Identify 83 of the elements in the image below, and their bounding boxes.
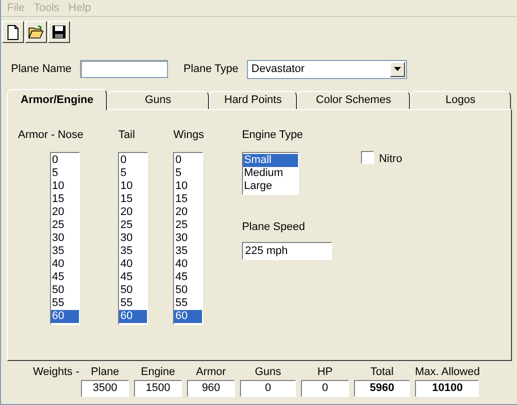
weight-field: 960	[187, 380, 235, 397]
list-item[interactable]: 30	[51, 232, 79, 244]
list-item[interactable]: 5	[174, 166, 202, 180]
tab[interactable]: Armor/Engine	[7, 89, 107, 110]
toolbar-button[interactable]	[25, 21, 47, 43]
list-item[interactable]: 60	[51, 310, 79, 322]
armor-list[interactable]: 0 5 10 15 20 25 30 35 40 45 50 55 60	[118, 152, 148, 324]
nitro-checkbox[interactable]	[360, 151, 374, 164]
list-item[interactable]: 0	[119, 154, 148, 166]
list-item[interactable]: 40	[174, 258, 202, 270]
list-item[interactable]: 50	[119, 284, 148, 296]
list-item[interactable]: 15	[51, 192, 79, 206]
plane-speed-field[interactable]: 225 mph	[242, 242, 332, 260]
list-item[interactable]: 15	[119, 192, 148, 206]
weight-field: 5960	[354, 380, 410, 397]
list-item[interactable]: 20	[174, 206, 202, 218]
weight-field: 0	[301, 380, 349, 397]
field-label: Plane Speed	[242, 220, 306, 234]
list-item[interactable]: 0	[174, 154, 202, 166]
list-item[interactable]: 60	[119, 310, 148, 322]
list-item[interactable]: 10	[51, 180, 79, 192]
field-label: Engine Type	[242, 128, 304, 143]
list-label: Armor - Nose	[18, 128, 84, 143]
weight-label: Guns	[254, 365, 282, 378]
list-item[interactable]: 20	[51, 206, 79, 218]
list-item[interactable]: 35	[119, 244, 148, 258]
list-item[interactable]: 40	[119, 258, 148, 270]
plane-type-dropdown[interactable]: Devastator	[247, 60, 408, 78]
list-item[interactable]: 40	[51, 258, 79, 270]
weights-label: Weights -	[33, 366, 80, 378]
folder-icon	[28, 24, 44, 40]
list-item[interactable]: 55	[174, 296, 202, 310]
list-label: Tail	[118, 128, 135, 143]
list-item[interactable]: 50	[174, 284, 202, 296]
tab[interactable]: Hard Points	[209, 91, 297, 109]
weight-label: Plane	[90, 365, 120, 378]
list-item[interactable]: 30	[174, 232, 202, 244]
tab[interactable]: Guns	[107, 91, 209, 109]
weight-label: Max. Allowed	[415, 365, 480, 378]
list-item[interactable]: 0	[51, 154, 79, 166]
list-item[interactable]: Small	[242, 154, 298, 166]
list-item[interactable]: 35	[51, 244, 79, 258]
list-item[interactable]: 55	[51, 296, 79, 310]
tab[interactable]: Color Schemes	[297, 91, 410, 109]
field-label: Plane Name	[11, 62, 72, 77]
list-item[interactable]: 60	[174, 310, 202, 322]
weight-label: Engine	[140, 365, 176, 378]
weight-field: 10100	[415, 380, 480, 397]
checkbox-label[interactable]: Nitro	[378, 151, 402, 168]
list-label: Wings	[173, 128, 204, 143]
list-item[interactable]: 5	[119, 166, 148, 180]
toolbar-button[interactable]	[2, 21, 24, 43]
list-item[interactable]: Medium	[242, 166, 298, 180]
list-item[interactable]: 45	[51, 270, 79, 284]
armor-list[interactable]: 0 5 10 15 20 25 30 35 40 45 50 55 60	[50, 152, 80, 324]
list-item[interactable]: 45	[174, 270, 202, 284]
tab[interactable]: Logos	[410, 91, 511, 109]
weight-field: 3500	[81, 380, 129, 397]
toolbar-button[interactable]	[48, 21, 70, 43]
list-item[interactable]: 15	[174, 192, 202, 206]
list-item[interactable]: Large	[242, 180, 298, 192]
weight-label: Total	[370, 365, 394, 378]
weight-label: HP	[317, 365, 333, 378]
list-item[interactable]: 5	[51, 166, 79, 180]
field-label: Plane Type	[184, 62, 238, 77]
weight-field: 0	[240, 380, 296, 397]
list-item[interactable]: 30	[119, 232, 148, 244]
list-item[interactable]: 10	[119, 180, 148, 192]
armor-list[interactable]: 0 5 10 15 20 25 30 35 40 45 50 55 60	[173, 152, 204, 324]
list-item[interactable]: 20	[119, 206, 148, 218]
list-item[interactable]: 25	[51, 218, 79, 232]
plane-name-field[interactable]	[80, 60, 168, 78]
list-item[interactable]: 50	[51, 284, 79, 296]
list-item[interactable]: 10	[174, 180, 202, 192]
list-item[interactable]: 35	[174, 244, 202, 258]
list-item[interactable]: 25	[174, 218, 202, 232]
list-item[interactable]: 45	[119, 270, 148, 284]
weight-field: 1500	[134, 380, 182, 397]
document-icon	[5, 24, 21, 40]
engine-type-list[interactable]: Small Medium Large	[242, 152, 299, 194]
list-item[interactable]: 55	[119, 296, 148, 310]
weight-label: Armor	[196, 365, 226, 378]
list-item[interactable]: 25	[119, 218, 148, 232]
